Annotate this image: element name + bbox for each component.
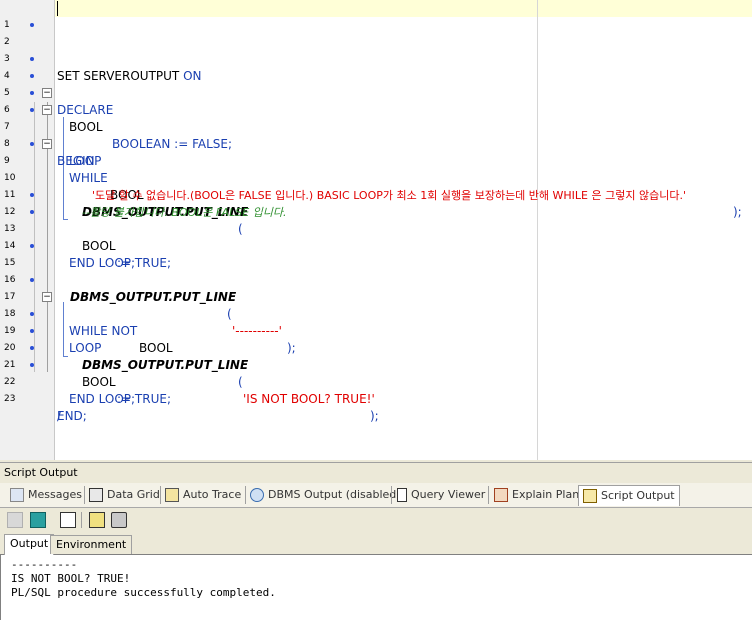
fold-collapse-icon[interactable]: − — [42, 105, 52, 115]
code-line-13: 13 END LOOP; — [0, 204, 752, 270]
tab-script-output[interactable]: Script Output — [578, 485, 680, 506]
code-line-6: 6 − BEGIN — [0, 85, 752, 168]
breakpoint-dot-icon[interactable] — [30, 57, 34, 61]
code-line-14: 14 — [0, 221, 752, 251]
breakpoint-dot-icon[interactable] — [30, 108, 34, 112]
breakpoint-dot-icon[interactable] — [30, 346, 34, 350]
breakpoint-dot-icon[interactable] — [30, 91, 34, 95]
code-line-1: 1 — [0, 0, 752, 30]
output-line: PL/SQL procedure successfully completed. — [11, 586, 276, 599]
messages-icon — [10, 488, 24, 502]
tab-query-viewer[interactable]: Query Viewer — [397, 485, 485, 505]
breakpoint-dot-icon[interactable] — [30, 363, 34, 367]
tab-label: Query Viewer — [411, 488, 486, 501]
code-line-16: 16 — [0, 255, 752, 285]
tab-label: Explain Plan — [512, 488, 580, 501]
tab-separator — [84, 486, 85, 504]
output-toolbar — [0, 508, 752, 532]
code-line-9: 9 − DBMS_OUTPUT.PUT_LINE ( — [0, 136, 752, 236]
toolbar-separator — [81, 512, 82, 528]
tab-auto-trace[interactable]: Auto Trace — [165, 485, 241, 505]
breakpoint-dot-icon[interactable] — [30, 74, 34, 78]
code-line-8: 8 LOOP — [0, 119, 752, 168]
code-line-15: 15 DBMS_OUTPUT.PUT_LINE ( '----------' )… — [0, 238, 752, 355]
keyword-end-loop: END LOOP; — [69, 392, 136, 406]
result-tabs: Messages Data Grid Auto Trace DBMS Outpu… — [0, 483, 752, 508]
subtab-environment[interactable]: Environment — [50, 535, 133, 554]
fold-collapse-icon[interactable]: − — [42, 292, 52, 302]
dbms-output-icon — [250, 488, 264, 502]
code-line-2: 2 SET SERVEROUTPUT ON — [0, 17, 752, 83]
breakpoint-dot-icon[interactable] — [30, 244, 34, 248]
breakpoint-dot-icon[interactable] — [30, 142, 34, 146]
code-line-11: 11 --활당 불가합니다. BOOL은 FALSE 입니다. — [0, 170, 752, 219]
tab-messages[interactable]: Messages — [10, 485, 82, 505]
code-line-5: 5 BOOL BOOLEAN := FALSE; — [0, 68, 752, 151]
breakpoint-dot-icon[interactable] — [30, 193, 34, 197]
code-line-23: 23 / — [0, 374, 752, 423]
panel-title: Script Output — [4, 466, 78, 479]
tab-explain-plan[interactable]: Explain Plan — [494, 485, 579, 505]
output-line: ---------- — [11, 558, 78, 571]
autotrace-icon — [165, 488, 179, 502]
tab-label: Auto Trace — [183, 488, 242, 501]
fold-collapse-icon[interactable]: − — [42, 88, 52, 98]
code-line-20: 20 BOOL := TRUE; — [0, 323, 752, 406]
tab-label: Script Output — [601, 489, 675, 502]
tab-dbms-output[interactable]: DBMS Output (disabled) — [250, 485, 401, 505]
code-line-3: 3 — [0, 34, 752, 64]
tab-separator — [391, 486, 392, 504]
query-viewer-icon — [397, 488, 407, 502]
keyword-end: END; — [57, 409, 87, 423]
breakpoint-dot-icon[interactable] — [30, 329, 34, 333]
paren: ); — [370, 409, 379, 423]
copy-icon[interactable] — [7, 512, 23, 528]
save-output-icon[interactable] — [30, 512, 46, 528]
code-line-10: 10 '도달 할 수 없습니다.(BOOL은 FALSE 입니다.) BASIC… — [0, 153, 752, 219]
panel-title-bar: Script Output — [0, 462, 752, 483]
output-line: IS NOT BOOL? TRUE! — [11, 572, 131, 585]
tab-label: Messages — [28, 488, 82, 501]
string-literal: 'IS NOT BOOL? TRUE!' — [243, 392, 375, 406]
code-line-19: 19 DBMS_OUTPUT.PUT_LINE ( 'IS NOT BOOL? … — [0, 306, 752, 423]
script-output-icon — [583, 489, 597, 503]
print-icon[interactable] — [111, 512, 127, 528]
explain-plan-icon — [494, 488, 508, 502]
code-line-17: 17 WHILE NOT BOOL — [0, 272, 752, 355]
tab-separator — [245, 486, 246, 504]
code-line-18: 18 − LOOP — [0, 289, 752, 355]
sql-editor[interactable]: 1 2 SET SERVEROUTPUT ON 3 4 DECLARE 5 BO… — [0, 0, 752, 460]
code-line-21: 21 END LOOP; — [0, 340, 752, 406]
breakpoint-dot-icon[interactable] — [30, 278, 34, 282]
grid-icon — [89, 488, 103, 502]
tab-label: Data Grid — [107, 488, 160, 501]
subtab-output[interactable]: Output — [4, 534, 55, 555]
output-area[interactable]: ---------- IS NOT BOOL? TRUE! PL/SQL pro… — [0, 555, 752, 620]
tab-label: DBMS Output (disabled) — [268, 488, 401, 501]
code-line-7: 7 − WHILE BOOL — [0, 102, 752, 202]
output-subtabs: Output Environment — [0, 534, 752, 555]
code-line-4: 4 DECLARE — [0, 51, 752, 117]
tab-data-grid[interactable]: Data Grid — [89, 485, 160, 505]
breakpoint-dot-icon[interactable] — [30, 312, 34, 316]
slash-terminator: / — [57, 409, 62, 423]
line-number: 23 — [4, 394, 16, 404]
tab-separator — [488, 486, 489, 504]
clear-output-icon[interactable] — [89, 512, 105, 528]
tab-separator — [160, 486, 161, 504]
code-line-22: 22 END; — [0, 357, 752, 423]
fold-collapse-icon[interactable]: − — [42, 139, 52, 149]
new-document-icon[interactable] — [60, 512, 76, 528]
breakpoint-dot-icon[interactable] — [30, 23, 34, 27]
breakpoint-dot-icon[interactable] — [30, 210, 34, 214]
code-line-12: 12 BOOL := TRUE; — [0, 187, 752, 270]
